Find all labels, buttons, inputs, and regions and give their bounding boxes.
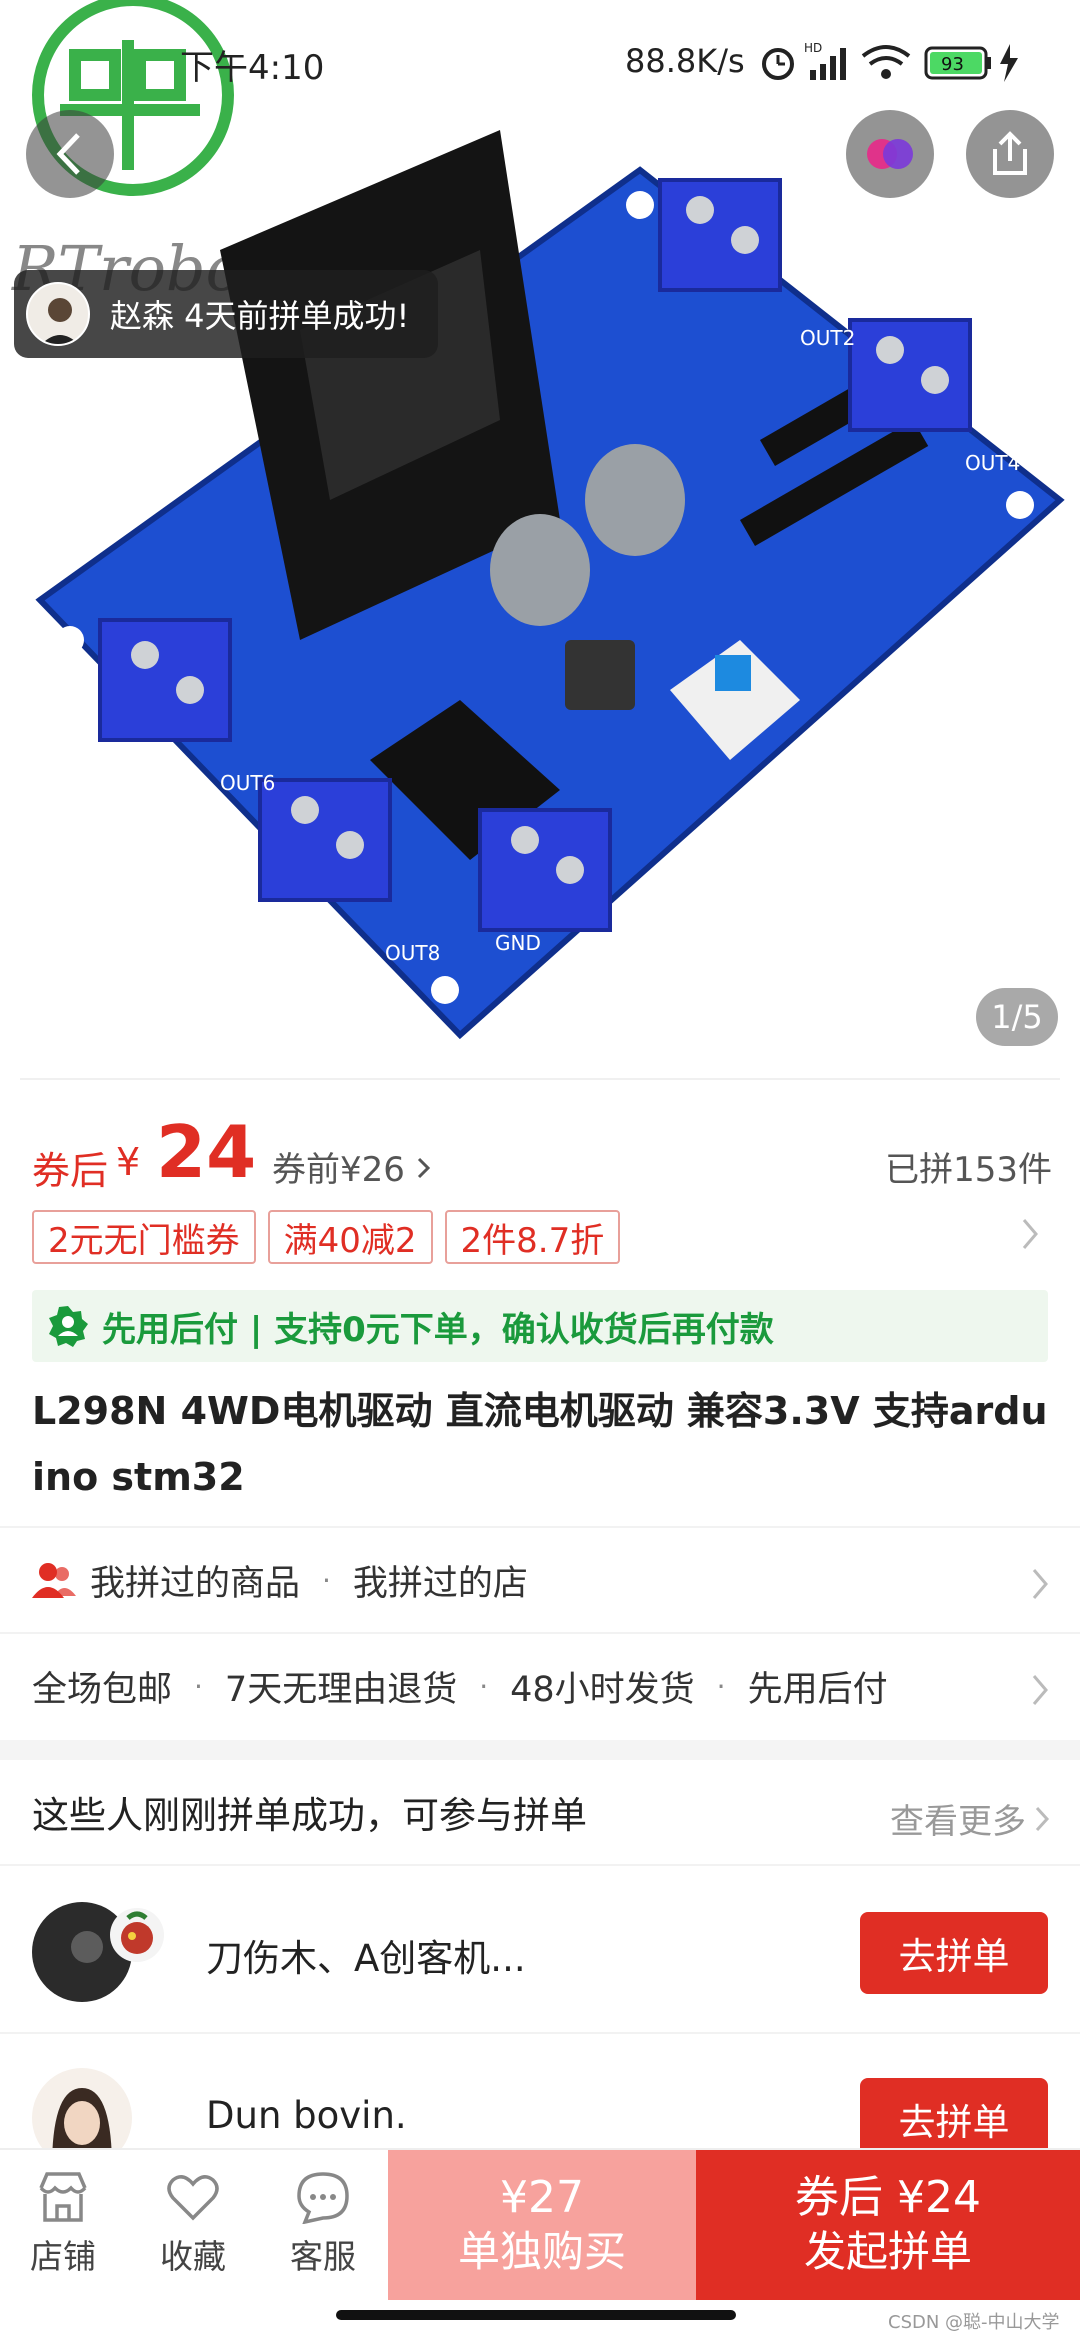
- start-group-buy-button[interactable]: 券后 ¥24 发起拼单: [696, 2150, 1080, 2300]
- separator: ·: [322, 1563, 331, 1597]
- assistant-icon: [867, 139, 913, 169]
- bottom-action-bar: 店铺 收藏 客服 ¥27 单独购买 券后 ¥24 发起拼单: [0, 2148, 1080, 2300]
- status-bar: 下午4:10 88.8K/s HD 93: [0, 30, 1080, 94]
- history-shops-link[interactable]: 我拼过的店: [353, 1555, 528, 1606]
- coupon-list[interactable]: 2元无门槛券 满40减2 2件8.7折: [32, 1210, 621, 1266]
- shop-tab-label: 店铺: [30, 2237, 96, 2276]
- chevron-left-icon: [56, 133, 80, 175]
- chevron-right-icon: [1032, 1569, 1048, 1599]
- alarm-icon: [762, 48, 794, 80]
- separator: ·: [194, 1669, 203, 1703]
- solo-price: ¥27: [500, 2172, 584, 2223]
- purchase-history-row[interactable]: 我拼过的商品 · 我拼过的店: [0, 1526, 1080, 1632]
- sold-count: 已拼153件: [885, 1150, 1052, 1190]
- share-button[interactable]: [966, 110, 1054, 198]
- solo-label: 单独购买: [457, 2227, 626, 2276]
- watermark: CSDN @聪-中山大学: [888, 2312, 1060, 2333]
- svg-text:93: 93: [941, 54, 964, 75]
- service-item: 全场包邮: [32, 1669, 173, 1710]
- service-item: 7天无理由退货: [224, 1669, 458, 1710]
- coupon-tag[interactable]: 2元无门槛券: [32, 1210, 256, 1264]
- toast-avatar: [26, 282, 90, 346]
- share-icon: [993, 131, 1027, 175]
- battery-icon: 93: [924, 46, 991, 80]
- wifi-icon: [861, 45, 911, 79]
- divider: [20, 1078, 1060, 1080]
- pay-later-banner[interactable]: 先用后付 | 支持0元下单，确认收货后再付款: [32, 1290, 1048, 1362]
- back-button[interactable]: [26, 110, 114, 198]
- price-amount: 24: [156, 1110, 257, 1194]
- shop-tab[interactable]: 店铺: [8, 2170, 118, 2280]
- assistant-button[interactable]: [846, 110, 934, 198]
- history-goods-link[interactable]: 我拼过的商品: [90, 1555, 300, 1606]
- service-guarantee-row[interactable]: 全场包邮 · 7天无理由退货 · 48小时发货 · 先用后付: [0, 1632, 1080, 1738]
- price-currency: ¥: [116, 1140, 141, 1184]
- svg-text:OUT2: OUT2: [800, 326, 855, 350]
- svg-text:OUT4: OUT4: [965, 451, 1020, 475]
- price-before-coupon[interactable]: 券前¥26: [272, 1142, 432, 1191]
- product-title: L298N 4WD电机驱动 直流电机驱动 兼容3.3V 支持arduino st…: [32, 1389, 1048, 1499]
- home-indicator[interactable]: [336, 2310, 736, 2320]
- network-speed: 88.8K/s: [625, 42, 745, 80]
- status-time: 下午4:10: [180, 48, 325, 88]
- join-group-button[interactable]: 去拼单: [860, 1912, 1048, 1994]
- service-item: 先用后付: [747, 1669, 888, 1710]
- separator: ·: [479, 1669, 489, 1703]
- product-image-carousel[interactable]: RTrobot OUT2 OUT4 OUT6 OUT8 GND 下午4:10 8…: [0, 0, 1080, 1080]
- favorite-tab-label: 收藏: [160, 2237, 226, 2276]
- chevron-right-icon[interactable]: [1020, 1216, 1040, 1252]
- group-member-name: 刀伤木、A创客机...: [206, 1937, 526, 1980]
- price-row: 券后 ¥ 24 券前¥26 已拼153件: [32, 1110, 1052, 1194]
- service-item: 48小时发货: [510, 1669, 695, 1710]
- chat-icon: [297, 2172, 349, 2224]
- image-pager: 1/5: [976, 988, 1058, 1046]
- chevron-right-icon: [1032, 1675, 1048, 1705]
- buy-alone-button[interactable]: ¥27 单独购买: [388, 2150, 696, 2300]
- pay-later-text: 先用后付 | 支持0元下单，确认收货后再付款: [102, 1309, 774, 1350]
- group-member-name: Dun bovin.: [206, 2094, 407, 2137]
- favorite-tab[interactable]: 收藏: [138, 2170, 248, 2280]
- pay-later-icon: [49, 1306, 88, 1347]
- svg-text:GND: GND: [495, 931, 541, 955]
- svg-text:OUT6: OUT6: [220, 771, 275, 795]
- separator: ·: [716, 1669, 726, 1703]
- coupon-tag[interactable]: 2件8.7折: [444, 1210, 621, 1264]
- group-heading: 这些人刚刚拼单成功，可参与拼单: [32, 1794, 587, 1837]
- heart-icon: [167, 2175, 219, 2221]
- svg-text:OUT8: OUT8: [385, 941, 440, 965]
- customer-service-tab-label: 客服: [290, 2237, 356, 2276]
- group-label: 发起拼单: [803, 2227, 972, 2276]
- price-label: 券后: [32, 1149, 109, 1193]
- signal-icon: HD: [804, 41, 846, 80]
- chevron-right-icon: [417, 1157, 430, 1179]
- group-list-item: 刀伤木、A创客机... 去拼单: [0, 1868, 1080, 2034]
- svg-text:HD: HD: [804, 41, 822, 55]
- customer-service-tab[interactable]: 客服: [268, 2170, 378, 2280]
- group-buying-header: 这些人刚刚拼单成功，可参与拼单 查看更多: [0, 1760, 1080, 1866]
- coupon-tag[interactable]: 满40减2: [267, 1210, 433, 1264]
- people-icon: [32, 1563, 76, 1598]
- user-avatar: [110, 1908, 164, 1962]
- section-divider: [0, 1740, 1080, 1760]
- recent-group-toast: 赵森 4天前拼单成功!: [14, 270, 438, 358]
- group-price: 券后 ¥24: [795, 2172, 981, 2223]
- toast-text: 赵森 4天前拼单成功!: [110, 297, 410, 335]
- status-icons: HD 93: [762, 41, 1018, 82]
- view-more-link[interactable]: 查看更多: [890, 1794, 1050, 1843]
- chevron-right-icon: [1035, 1806, 1050, 1831]
- charging-icon: [1000, 44, 1018, 82]
- shop-icon: [39, 2172, 87, 2222]
